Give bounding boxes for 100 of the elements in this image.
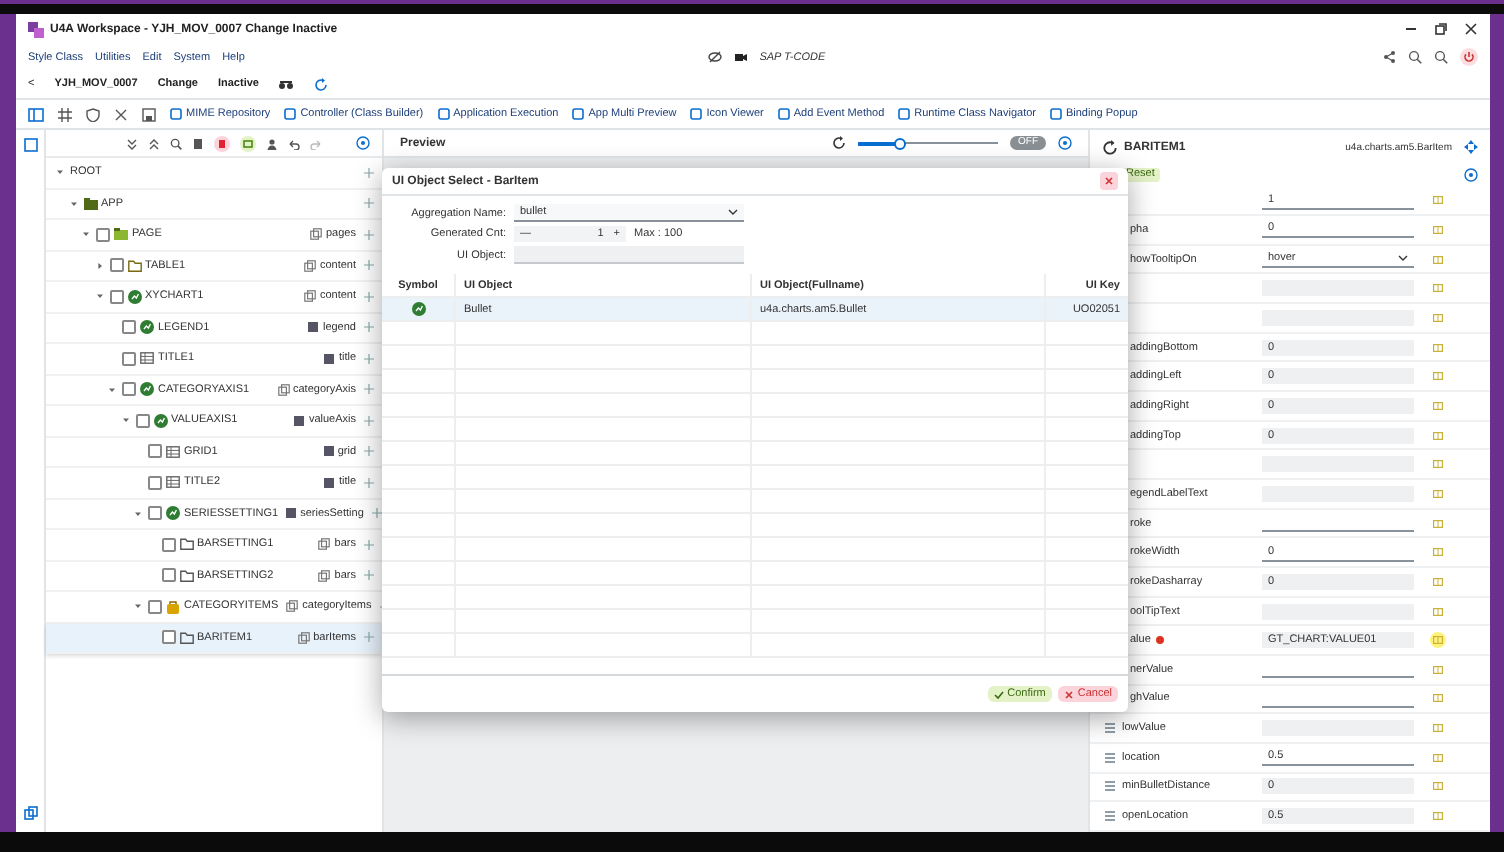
binding-icon[interactable] bbox=[1430, 309, 1446, 326]
square-icon bbox=[572, 108, 585, 120]
table-icon bbox=[166, 445, 180, 458]
checkbox[interactable] bbox=[161, 568, 175, 583]
refresh-icon[interactable] bbox=[1102, 139, 1118, 156]
redo-icon[interactable] bbox=[310, 137, 322, 149]
person-icon[interactable] bbox=[266, 137, 278, 149]
close-icon bbox=[1063, 689, 1074, 699]
glasses-icon[interactable] bbox=[278, 78, 295, 90]
chart-icon bbox=[166, 506, 180, 521]
help-icon[interactable] bbox=[1464, 168, 1478, 183]
video-icon[interactable] bbox=[733, 50, 748, 64]
minimize-icon[interactable] bbox=[1404, 22, 1418, 36]
delete-icon[interactable] bbox=[214, 135, 230, 151]
checkbox[interactable] bbox=[122, 382, 136, 397]
chevron-down-icon bbox=[1398, 254, 1408, 263]
share-icon[interactable] bbox=[1382, 50, 1397, 64]
search-icon[interactable] bbox=[170, 137, 182, 149]
bag-icon bbox=[166, 599, 180, 614]
checkbox[interactable] bbox=[148, 475, 162, 490]
binding-icon[interactable] bbox=[1430, 749, 1446, 766]
square-icon bbox=[437, 108, 450, 120]
checkbox[interactable] bbox=[148, 599, 162, 614]
app-logo-icon bbox=[28, 21, 44, 37]
binding-icon[interactable] bbox=[1430, 720, 1446, 737]
chart-icon bbox=[127, 289, 141, 304]
panel-icon[interactable] bbox=[28, 107, 44, 121]
checkbox[interactable] bbox=[96, 227, 110, 242]
chart-icon bbox=[153, 413, 167, 428]
binding-icon[interactable] bbox=[1430, 221, 1446, 238]
square-icon bbox=[170, 108, 182, 120]
zoom-icon[interactable] bbox=[1408, 50, 1423, 64]
binding-icon[interactable] bbox=[1430, 603, 1446, 619]
save-icon[interactable] bbox=[142, 107, 156, 121]
checkbox[interactable] bbox=[161, 537, 175, 552]
checkbox[interactable] bbox=[148, 444, 162, 459]
undo-icon[interactable] bbox=[288, 137, 300, 149]
binding-icon[interactable] bbox=[1430, 632, 1446, 649]
binding-icon[interactable] bbox=[1430, 368, 1446, 385]
search-icon[interactable] bbox=[1434, 50, 1449, 64]
folder-icon bbox=[179, 569, 193, 582]
slider-thumb[interactable] bbox=[894, 137, 906, 149]
square-icon bbox=[1049, 108, 1062, 120]
square-icon bbox=[777, 108, 790, 120]
help-icon[interactable] bbox=[356, 136, 370, 150]
binding-icon[interactable] bbox=[1430, 661, 1446, 678]
binding-icon[interactable] bbox=[1430, 515, 1446, 532]
shield-icon[interactable] bbox=[86, 107, 100, 121]
move-icon[interactable] bbox=[1464, 140, 1478, 155]
copy-icon[interactable] bbox=[240, 135, 256, 151]
binding-icon[interactable] bbox=[1430, 690, 1446, 707]
binding-icon[interactable] bbox=[1430, 808, 1446, 825]
copy-icon[interactable] bbox=[23, 806, 37, 820]
refresh-icon[interactable] bbox=[832, 136, 846, 150]
binding-icon[interactable] bbox=[1430, 544, 1446, 561]
binding-icon[interactable] bbox=[1430, 251, 1446, 268]
checkbox[interactable] bbox=[122, 320, 136, 335]
expand-all-icon[interactable] bbox=[148, 137, 160, 149]
ui-object-field[interactable] bbox=[514, 246, 744, 264]
folder-icon bbox=[179, 538, 193, 551]
checkbox[interactable] bbox=[161, 630, 175, 645]
chevron-down-icon bbox=[728, 208, 738, 216]
restore-icon[interactable] bbox=[1434, 22, 1448, 36]
binding-icon[interactable] bbox=[1430, 485, 1446, 502]
caret-right-icon[interactable] bbox=[95, 261, 103, 270]
checkbox[interactable] bbox=[148, 506, 162, 521]
zoom-slider[interactable] bbox=[858, 137, 998, 149]
binding-icon[interactable] bbox=[1430, 456, 1446, 473]
eye-slash-icon[interactable] bbox=[707, 50, 722, 64]
binding-icon[interactable] bbox=[1430, 427, 1446, 444]
binding-icon[interactable] bbox=[1430, 339, 1446, 356]
book-icon[interactable] bbox=[192, 137, 204, 149]
binding-icon[interactable] bbox=[1430, 280, 1446, 297]
binding-icon[interactable] bbox=[1430, 573, 1446, 590]
checkbox[interactable] bbox=[122, 351, 136, 366]
checkbox[interactable] bbox=[109, 258, 123, 273]
checkbox[interactable] bbox=[135, 413, 149, 428]
square-icon bbox=[898, 108, 911, 120]
chart-icon bbox=[140, 320, 154, 335]
close-icon[interactable] bbox=[1464, 22, 1478, 36]
folder-icon bbox=[114, 228, 128, 241]
table-icon bbox=[166, 476, 180, 489]
square-icon bbox=[284, 108, 297, 120]
binding-icon[interactable] bbox=[1430, 778, 1446, 795]
help-icon[interactable] bbox=[1058, 136, 1072, 150]
folder-icon bbox=[83, 197, 97, 210]
binding-icon[interactable] bbox=[1430, 192, 1446, 209]
table-icon bbox=[140, 352, 154, 365]
square-icon bbox=[690, 108, 703, 120]
grid-icon[interactable] bbox=[58, 107, 72, 121]
chart-icon bbox=[140, 382, 154, 397]
collapse-icon[interactable] bbox=[126, 137, 138, 149]
power-icon[interactable] bbox=[1460, 48, 1479, 66]
folder-icon bbox=[179, 631, 193, 644]
chart-icon bbox=[411, 302, 425, 316]
check-icon bbox=[993, 689, 1004, 699]
folder-icon bbox=[127, 259, 141, 272]
binding-icon[interactable] bbox=[1430, 397, 1446, 414]
checkbox[interactable] bbox=[109, 289, 123, 304]
panel-icon[interactable] bbox=[23, 138, 37, 152]
